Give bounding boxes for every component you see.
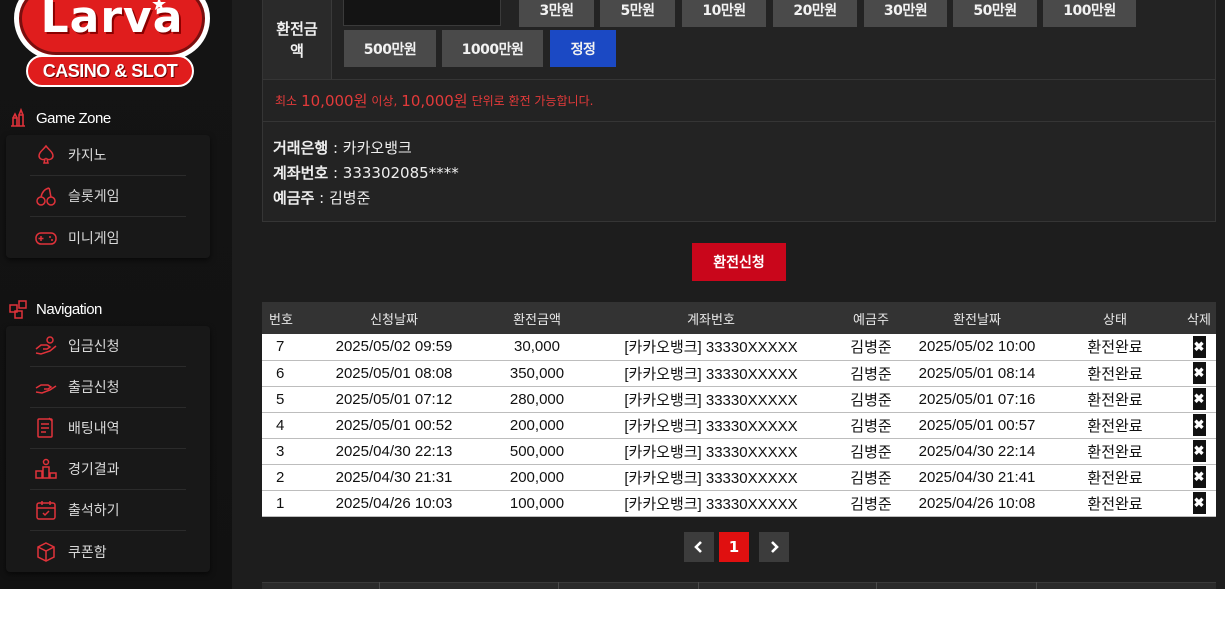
star-icon: ★ (151, 0, 168, 15)
account-info: 거래은행 : 카카오뱅크 계좌번호 : 333302085**** 예금주 : … (262, 122, 1216, 222)
table-row: 4 2025/05/01 00:52 200,000 [카카오뱅크] 33330… (262, 412, 1216, 439)
amount-button-100man[interactable]: 100만원 (1043, 0, 1136, 27)
delete-icon[interactable]: ✖ (1192, 466, 1206, 488)
deposit-hand-icon (35, 336, 57, 355)
exchange-submit-button[interactable]: 환전신청 (692, 243, 786, 281)
exchange-history-table: 번호 신청날짜 환전금액 계좌번호 예금주 환전날짜 상태 삭제 7 2025/… (262, 302, 1216, 517)
amount-button-5man[interactable]: 5만원 (600, 0, 675, 27)
amount-button-3man[interactable]: 3만원 (519, 0, 594, 27)
withdraw-hand-icon (35, 384, 57, 394)
account-number-row: 계좌번호 : 333302085**** (273, 164, 459, 182)
gift-box-icon (37, 541, 55, 562)
gamepad-icon (35, 231, 57, 245)
brand-name: Larva (40, 0, 184, 43)
chevron-left-icon (694, 541, 702, 553)
table-row: 1 2025/04/26 10:03 100,000 [카카오뱅크] 33330… (262, 490, 1216, 517)
amount-button-1000man[interactable]: 1000만원 (442, 30, 543, 67)
delete-icon[interactable]: ✖ (1192, 388, 1206, 410)
section-title-game-zone: Game Zone (8, 108, 111, 128)
navigation-menu: 입금신청 출금신청 배팅내역 경기결과 출석하기 쿠폰함 (6, 326, 210, 572)
sidebar-item-deposit[interactable]: 입금신청 (30, 326, 186, 367)
amount-button-20man[interactable]: 20만원 (773, 0, 857, 27)
sidebar-item-minigame[interactable]: 미니게임 (30, 217, 186, 258)
exchange-notice: 최소 10,000원 이상, 10,000원 단위로 환전 가능합니다. (262, 80, 1216, 122)
delete-icon[interactable]: ✖ (1192, 335, 1206, 358)
column-header: 번호 (262, 302, 300, 334)
unit-amount: 10,000원 (401, 92, 468, 110)
delete-icon[interactable]: ✖ (1192, 414, 1206, 436)
sidebar-item-results[interactable]: 경기결과 (30, 449, 186, 490)
column-header: 환전날짜 (906, 302, 1048, 334)
sidebar-item-casino[interactable]: 카지노 (30, 135, 186, 176)
holder-row: 예금주 : 김병준 (273, 189, 371, 207)
amount-button-500man[interactable]: 500만원 (344, 30, 436, 67)
delete-icon[interactable]: ✖ (1192, 492, 1206, 514)
table-row: 5 2025/05/01 07:12 280,000 [카카오뱅크] 33330… (262, 386, 1216, 413)
pagination-prev-button[interactable] (684, 532, 714, 562)
bet-history-icon (37, 417, 53, 438)
brand-tagline: CASINO & SLOT (26, 55, 194, 87)
table-row: 2 2025/04/30 21:31 200,000 [카카오뱅크] 33330… (262, 464, 1216, 491)
delete-icon[interactable]: ✖ (1192, 362, 1206, 384)
table-row: 7 2025/05/02 09:59 30,000 [카카오뱅크] 33330X… (262, 334, 1216, 361)
spade-icon (38, 144, 54, 164)
reset-button[interactable]: 정정 (550, 30, 616, 67)
column-header: 예금주 (836, 302, 906, 334)
sidebar-item-attendance[interactable]: 출석하기 (30, 490, 186, 531)
sidebar-item-withdraw[interactable]: 출금신청 (30, 367, 186, 408)
game-zone-menu: 카지노 슬롯게임 미니게임 (6, 135, 210, 258)
pagination-page-current[interactable]: 1 (719, 532, 749, 562)
footer-table-edge (262, 582, 1216, 589)
column-header: 신청날짜 (300, 302, 488, 334)
min-amount: 10,000원 (301, 92, 368, 110)
sidebar-item-slot[interactable]: 슬롯게임 (30, 176, 186, 217)
amount-label: 환전금액 (263, 0, 332, 79)
amount-button-30man[interactable]: 30만원 (864, 0, 947, 27)
amount-panel: 환전금액 3만원 5만원 10만원 20만원 30만원 50만원 100만원 5… (262, 0, 1216, 80)
cherry-icon (36, 187, 56, 206)
amount-button-10man[interactable]: 10만원 (682, 0, 766, 27)
sidebar-item-bet-history[interactable]: 배팅내역 (30, 408, 186, 449)
calendar-icon (36, 501, 56, 520)
chess-icon (11, 108, 25, 127)
page: Larva ★ CASINO & SLOT Game Zone 카지노 슬롯게임… (0, 0, 1225, 589)
table-header-row: 번호 신청날짜 환전금액 계좌번호 예금주 환전날짜 상태 삭제 (262, 302, 1216, 334)
delete-icon[interactable]: ✖ (1192, 440, 1206, 462)
trophy-icon (35, 458, 57, 479)
sidebar-item-coupon[interactable]: 쿠폰함 (30, 531, 186, 572)
column-header: 상태 (1048, 302, 1182, 334)
section-title-navigation: Navigation (8, 299, 102, 319)
column-header: 삭제 (1182, 302, 1216, 334)
pagination-next-button[interactable] (759, 532, 789, 562)
column-header: 계좌번호 (586, 302, 836, 334)
column-header: 환전금액 (488, 302, 586, 334)
navigation-icon (9, 300, 27, 319)
brand-logo[interactable]: Larva ★ CASINO & SLOT (6, 0, 210, 92)
table-row: 6 2025/05/01 08:08 350,000 [카카오뱅크] 33330… (262, 360, 1216, 387)
amount-button-50man[interactable]: 50만원 (953, 0, 1037, 27)
table-row: 3 2025/04/30 22:13 500,000 [카카오뱅크] 33330… (262, 438, 1216, 465)
bank-row: 거래은행 : 카카오뱅크 (273, 139, 412, 157)
sidebar: Larva ★ CASINO & SLOT Game Zone 카지노 슬롯게임… (0, 0, 232, 589)
amount-input[interactable] (343, 0, 501, 26)
chevron-right-icon (771, 541, 779, 553)
